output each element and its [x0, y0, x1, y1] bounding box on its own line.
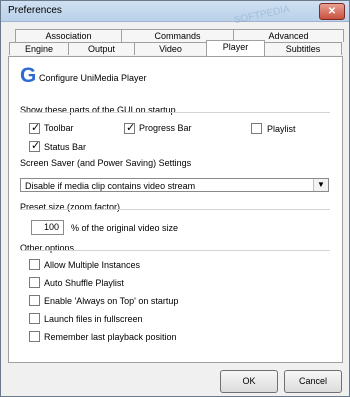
toolbar-checkbox[interactable]	[29, 121, 40, 134]
playlist-checkbox-label: Playlist	[267, 124, 296, 134]
status-bar-checkbox-label: Status Bar	[44, 142, 87, 152]
other-options-label: Other options	[20, 243, 75, 253]
other-options-divider	[21, 250, 330, 251]
ok-button[interactable]: OK	[220, 370, 278, 393]
auto-shuffle-playlist-label: Auto Shuffle Playlist	[44, 278, 124, 288]
gui-section-label: Show these parts of the GUI on startup	[20, 105, 176, 115]
chevron-down-icon[interactable]: ▼	[313, 179, 328, 191]
remember-playback-position-label: Remember last playback position	[44, 332, 177, 342]
allow-multiple-instances-checkbox[interactable]	[29, 259, 40, 270]
launch-fullscreen-checkbox[interactable]	[29, 313, 40, 324]
preset-size-divider	[21, 209, 330, 210]
cancel-button[interactable]: Cancel	[284, 370, 342, 393]
tab-engine[interactable]: Engine	[9, 42, 69, 55]
toolbar-checkbox-label: Toolbar	[44, 123, 74, 133]
window-title: Preferences	[8, 5, 62, 16]
preferences-window: Preferences SOFTPEDIA ✕ Association Comm…	[0, 0, 350, 397]
progress-bar-checkbox[interactable]	[124, 121, 135, 134]
always-on-top-checkbox[interactable]	[29, 295, 40, 306]
preset-size-input[interactable]: 100	[31, 220, 64, 235]
tab-output[interactable]: Output	[68, 42, 135, 55]
player-settings-panel: G Configure UniMedia Player Show these p…	[8, 56, 343, 363]
allow-multiple-instances-label: Allow Multiple Instances	[44, 260, 141, 270]
tab-player[interactable]: Player	[206, 40, 265, 56]
tab-subtitles[interactable]: Subtitles	[264, 42, 342, 55]
gui-section-divider	[21, 112, 330, 113]
preset-size-suffix: % of the original video size	[71, 223, 179, 233]
always-on-top-label: Enable 'Always on Top' on startup	[44, 296, 179, 306]
page-title: Configure UniMedia Player	[39, 73, 147, 83]
preset-size-label: Preset size (zoom factor)	[20, 202, 121, 212]
tab-association[interactable]: Association	[15, 29, 122, 42]
screensaver-select[interactable]: Disable if media clip contains video str…	[20, 178, 329, 192]
tab-video[interactable]: Video	[134, 42, 207, 55]
launch-fullscreen-label: Launch files in fullscreen	[44, 314, 143, 324]
playlist-checkbox[interactable]	[251, 123, 262, 134]
title-bar: Preferences SOFTPEDIA ✕	[1, 1, 349, 26]
remember-playback-position-checkbox[interactable]	[29, 331, 40, 342]
close-button[interactable]: ✕	[319, 3, 345, 20]
status-bar-checkbox[interactable]	[29, 139, 40, 152]
progress-bar-checkbox-label: Progress Bar	[139, 123, 192, 133]
auto-shuffle-playlist-checkbox[interactable]	[29, 277, 40, 288]
screensaver-label: Screen Saver (and Power Saving) Settings	[20, 158, 192, 168]
unimedia-logo-icon: G	[20, 64, 37, 87]
screensaver-select-value: Disable if media clip contains video str…	[25, 181, 196, 191]
